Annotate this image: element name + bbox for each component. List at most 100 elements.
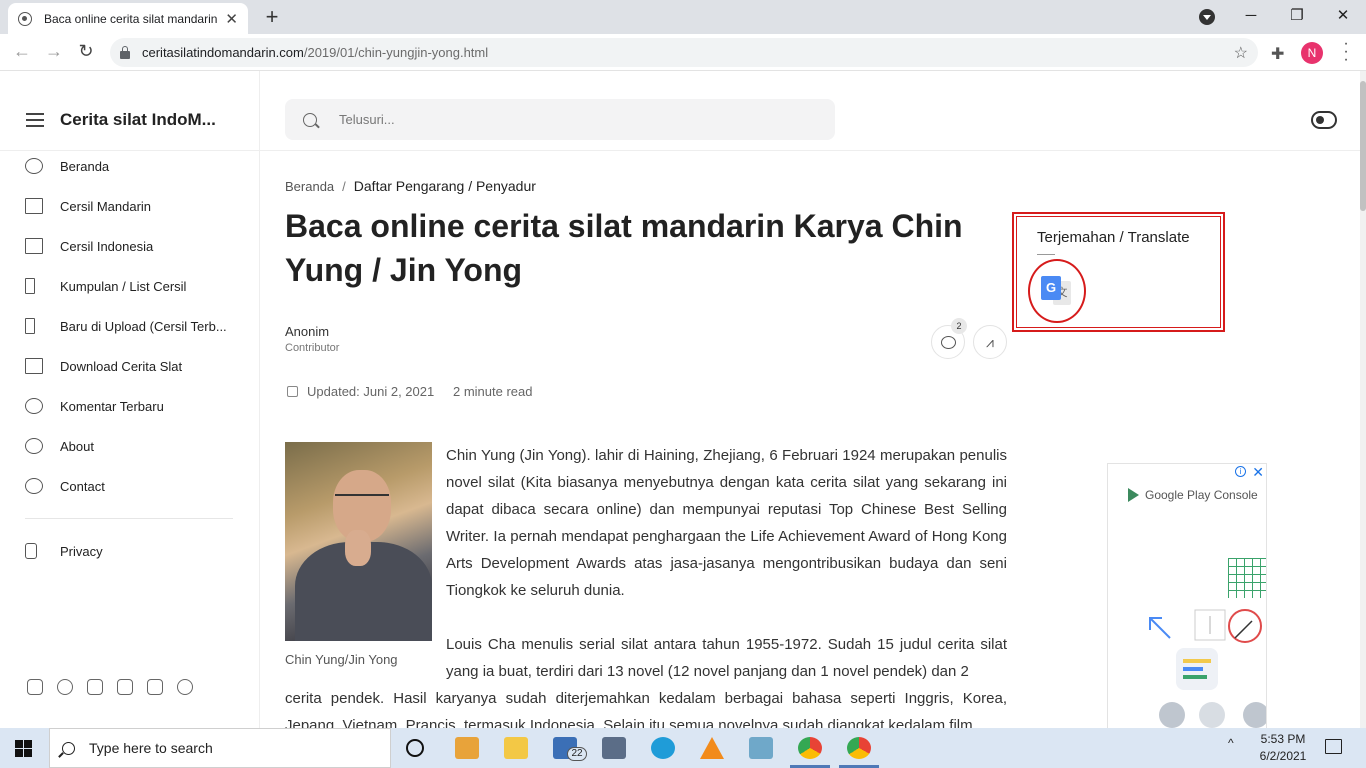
sidebar-item-label: Komentar Terbaru (60, 398, 164, 414)
bookmark-star-icon[interactable]: ☆ (1234, 43, 1248, 63)
site-search-input[interactable]: Telusuri... (285, 99, 835, 140)
extensions-puzzle-icon[interactable]: ✚ (1271, 44, 1284, 64)
share-icon: ⩘ (986, 333, 994, 350)
sidebar-item-label: Cersil Indonesia (60, 238, 154, 254)
breadcrumb: Beranda / Daftar Pengarang / Penyadur (285, 178, 536, 194)
vlc-icon[interactable] (700, 737, 724, 759)
back-arrow-icon[interactable]: ← (11, 41, 33, 62)
url-host: ceritasilatindomandarin.com (142, 45, 304, 60)
widget-title: Terjemahan / Translate (1037, 229, 1190, 246)
reload-icon[interactable]: ↻ (75, 41, 97, 62)
taskbar-search-input[interactable]: Type here to search (49, 728, 391, 768)
lock-icon (25, 543, 37, 559)
linkedin-icon[interactable] (147, 679, 163, 695)
search-placeholder: Telusuri... (339, 112, 395, 127)
author-photo[interactable] (285, 442, 432, 641)
ad-info-icon[interactable]: i (1235, 466, 1246, 477)
chrome-profile-icon[interactable] (847, 737, 871, 759)
sidebar-item-cersil-indonesia[interactable]: Cersil Indonesia (25, 238, 235, 254)
forward-arrow-icon[interactable]: → (43, 41, 65, 62)
sidebar-item-komentar[interactable]: Komentar Terbaru (25, 398, 235, 414)
translate-letter: G (1041, 276, 1061, 300)
photo-hand (345, 530, 371, 566)
updated-text: Updated: Juni 2, 2021 (307, 384, 435, 399)
search-icon (62, 741, 75, 755)
dark-mode-toggle[interactable] (1311, 111, 1337, 129)
author-name[interactable]: Anonim (285, 324, 329, 339)
sidebar-item-privacy[interactable]: Privacy (25, 543, 235, 559)
mail-badge: 22 (567, 747, 587, 761)
article-paragraph-2-continued: cerita pendek. Hasil karyanya sudah dite… (285, 690, 1007, 728)
instagram-icon[interactable] (57, 679, 73, 695)
site-title[interactable]: Cerita silat IndoM... (60, 110, 216, 130)
notification-center-icon[interactable] (1325, 739, 1342, 754)
home-icon (25, 158, 43, 174)
sidebar-item-label: Kumpulan / List Cersil (60, 278, 187, 294)
breadcrumb-current[interactable]: Daftar Pengarang / Penyadur (354, 178, 536, 194)
share-button[interactable]: ⩘ (973, 325, 1007, 359)
sidebar-divider (259, 71, 260, 728)
media-control-icon[interactable] (1199, 9, 1215, 25)
task-view-icon[interactable] (406, 739, 424, 757)
ad-grid-graphic (1228, 558, 1266, 598)
sidebar-item-label: Cersil Mandarin (60, 198, 152, 214)
address-bar[interactable]: ceritasilatindomandarin.com/2019/01/chin… (110, 38, 1258, 67)
tab-close-icon[interactable]: ✕ (225, 10, 238, 28)
browser-menu-icon[interactable]: · · · (1338, 36, 1354, 68)
browser-tab[interactable]: Baca online cerita silat mandarin ✕ (8, 3, 248, 34)
web-page: Cerita silat IndoM... Telusuri... Berand… (0, 71, 1366, 728)
sidebar-item-beranda[interactable]: Beranda (25, 158, 235, 174)
sidebar-item-contact[interactable]: Contact (25, 478, 235, 494)
minimize-button[interactable]: ─ (1228, 7, 1274, 24)
sidebar-item-download[interactable]: Download Cerita Slat (25, 358, 235, 374)
sidebar-item-cersil-mandarin[interactable]: Cersil Mandarin (25, 198, 235, 214)
advertisement[interactable]: i ✕ Google Play Console (1107, 463, 1267, 728)
ad-close-icon[interactable]: ✕ (1252, 464, 1264, 481)
sidebar-item-label: Baru di Upload (Cersil Terb... (60, 318, 227, 334)
youtube-icon[interactable] (117, 679, 133, 695)
mail-icon (25, 478, 43, 494)
article-paragraph-2: Louis Cha menulis serial silat antara ta… (446, 636, 1007, 680)
new-tab-button[interactable]: + (260, 4, 284, 30)
edge-browser-icon[interactable] (651, 737, 675, 759)
facebook-icon[interactable] (27, 679, 43, 695)
comment-icon (25, 398, 43, 414)
ad-illustration (1149, 609, 1266, 728)
google-translate-icon[interactable]: 文 G (1041, 276, 1071, 306)
page-scrollbar[interactable] (1360, 71, 1366, 728)
download-icon (25, 358, 43, 374)
breadcrumb-separator: / (342, 179, 346, 194)
updated-date: Updated: Juni 2, 2021 (287, 384, 434, 399)
image-caption: Chin Yung/Jin Yong (285, 652, 398, 667)
twitter-icon[interactable] (87, 679, 103, 695)
windows-start-icon[interactable] (15, 740, 32, 757)
restore-button[interactable]: ❐ (1274, 6, 1320, 24)
site-header: Cerita silat IndoM... Telusuri... (0, 71, 1360, 151)
hamburger-menu-icon[interactable] (26, 113, 44, 127)
store-icon[interactable] (455, 737, 479, 759)
close-window-button[interactable]: ✕ (1320, 6, 1366, 24)
pinterest-icon[interactable] (177, 679, 193, 695)
taskbar-clock[interactable]: 5:53 PM 6/2/2021 (1253, 731, 1313, 765)
read-time-text: 2 minute read (453, 384, 533, 399)
sidebar-item-label: Privacy (60, 543, 103, 559)
tray-chevron-icon[interactable]: ^ (1228, 736, 1234, 750)
chrome-icon[interactable] (798, 737, 822, 759)
snipping-tool-icon[interactable] (602, 737, 626, 759)
sidebar-item-about[interactable]: About (25, 438, 235, 454)
sidebar-item-label: Download Cerita Slat (60, 358, 183, 374)
people-icon (25, 438, 43, 454)
ad-brand-text: Google Play Console (1145, 488, 1258, 502)
book-icon (25, 238, 43, 254)
windows-taskbar: Type here to search 22 ^ 5:53 PM 6/2/202… (0, 728, 1366, 768)
url-path: /2019/01/chin-yungjin-yong.html (303, 45, 489, 60)
sidebar-item-kumpulan[interactable]: Kumpulan / List Cersil (25, 278, 235, 294)
social-links (27, 679, 207, 695)
article-paragraph-1: Chin Yung (Jin Yong). lahir di Haining, … (446, 447, 1007, 599)
sidebar-item-baru-di-upload[interactable]: Baru di Upload (Cersil Terb... (25, 318, 235, 334)
file-explorer-icon[interactable] (504, 737, 528, 759)
comment-icon (940, 335, 956, 349)
breadcrumb-home[interactable]: Beranda (285, 179, 334, 194)
notepad-icon[interactable] (749, 737, 773, 759)
profile-avatar[interactable]: N (1301, 42, 1323, 64)
